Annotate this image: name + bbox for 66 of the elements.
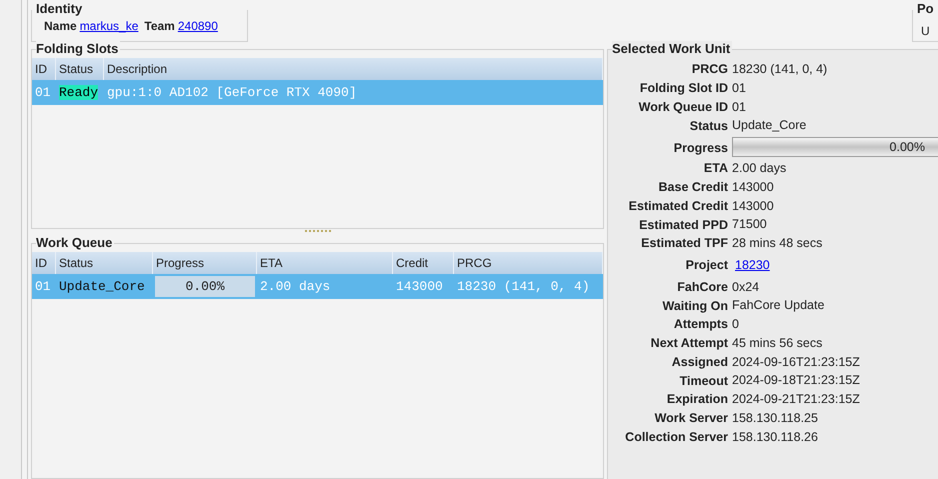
field-label: U: [921, 23, 930, 40]
field-label: Assigned: [670, 354, 728, 370]
table-cell: 18230 (141, 0, 4): [454, 274, 603, 299]
project-link[interactable]: 18230: [735, 258, 770, 272]
field-label: Next Attempt: [650, 335, 728, 352]
name-link[interactable]: markus_ke: [80, 16, 138, 34]
field-label: ETA: [702, 160, 728, 176]
field-label: Timeout: [678, 372, 728, 389]
field-value: 143000: [732, 198, 775, 214]
field-label: Work Queue ID: [638, 98, 728, 115]
table-cell: 01: [32, 80, 56, 105]
field-value: 158.130.118.26: [732, 428, 819, 446]
field-value: 2024-09-18T21:23:15Z: [732, 372, 861, 390]
table-cell: 143000: [393, 274, 454, 299]
column-header[interactable]: ID: [32, 252, 56, 274]
field-label: Team: [144, 18, 175, 34]
field-label: Estimated TPF: [640, 235, 728, 252]
status-badge: Ready: [59, 85, 98, 100]
field-label: PRCG: [690, 61, 728, 78]
field-value: 158.130.118.25: [732, 410, 819, 427]
field-value: 18230 (141, 0, 4): [732, 61, 828, 78]
team-link[interactable]: 240890: [178, 16, 218, 34]
column-header[interactable]: Credit: [393, 252, 454, 274]
field-label: Estimated Credit: [628, 198, 728, 214]
column-header[interactable]: Status: [56, 252, 153, 274]
field-value: 0: [732, 316, 740, 333]
field-label: Base Credit: [658, 179, 728, 196]
progress-text: 0.00%: [890, 140, 925, 154]
field-value: 01: [732, 80, 747, 97]
field-label: FahCore: [676, 278, 728, 295]
group-title: Folding Slots: [36, 41, 120, 57]
field-value: 2024-09-21T21:23:15Z: [732, 391, 861, 408]
field-label: Project: [684, 257, 728, 274]
progress-text: 0.00%: [185, 279, 224, 294]
field-label: Name: [44, 18, 77, 34]
group-title: Identity: [36, 1, 84, 17]
field-value: 45 mins 56 secs: [732, 334, 824, 352]
table-cell: gpu:1:0 AD102 [GeForce RTX 4090]: [104, 80, 603, 105]
column-header[interactable]: Status: [56, 58, 104, 80]
field-label: Attempts: [672, 316, 728, 332]
field-label: Estimated PPD: [638, 216, 728, 233]
field-value: 2024-09-16T21:23:15Z: [732, 354, 861, 370]
group-title: Work Queue: [36, 235, 114, 251]
column-header[interactable]: PRCG: [454, 252, 603, 274]
field-value: 71500: [732, 216, 768, 234]
column-header[interactable]: ID: [32, 58, 56, 80]
field-label: Collection Server: [624, 428, 728, 445]
field-value: Update_Core: [732, 117, 808, 134]
column-header[interactable]: Description: [104, 58, 603, 80]
field-value: 0x24: [732, 278, 760, 296]
field-value: 01: [732, 98, 747, 116]
field-value: 28 mins 48 secs: [732, 235, 824, 252]
field-label: Folding Slot ID: [638, 80, 728, 96]
field-label: Expiration: [666, 391, 728, 408]
field-label: Status: [688, 118, 728, 134]
table-cell: 01: [32, 274, 56, 299]
column-header[interactable]: Progress: [153, 252, 257, 274]
field-label: Progress: [672, 140, 728, 156]
field-label: Waiting On: [662, 298, 728, 314]
column-header[interactable]: ETA: [257, 252, 393, 274]
table-cell: Update_Core: [56, 274, 153, 299]
field-value: FahCore Update: [732, 297, 826, 314]
table-cell: 2.00 days: [257, 274, 393, 299]
field-value: 2.00 days: [732, 160, 788, 177]
field-value: 143000: [732, 178, 775, 196]
field-label: Work Server: [654, 410, 728, 426]
